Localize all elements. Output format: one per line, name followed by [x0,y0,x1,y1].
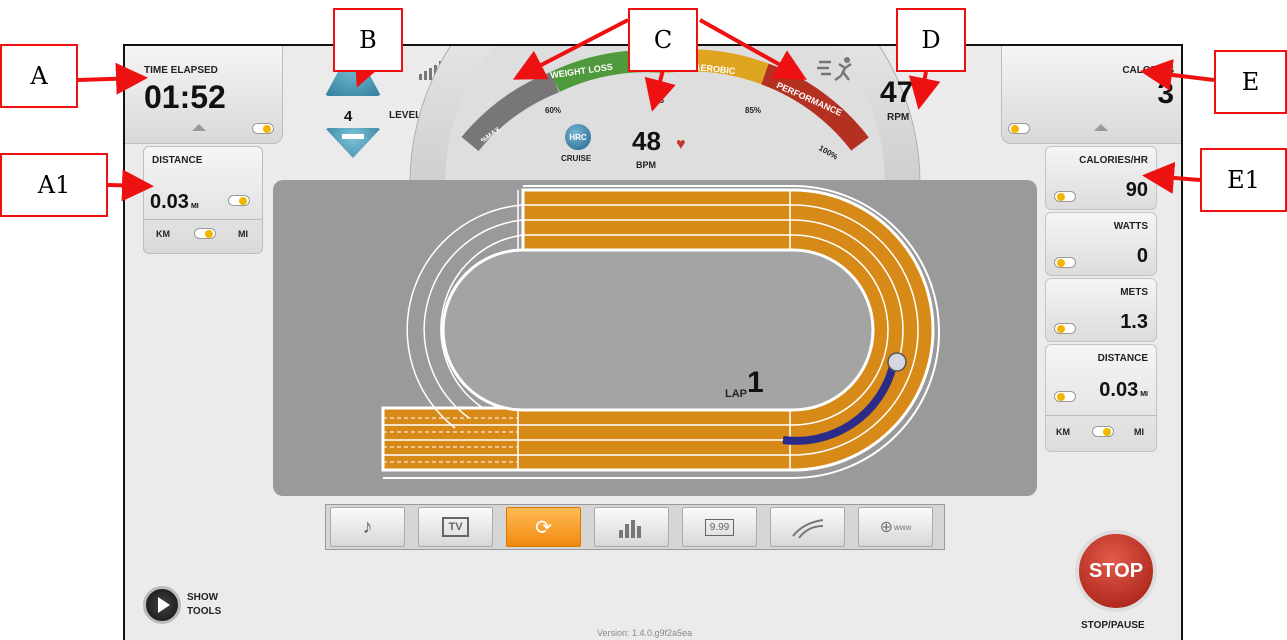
annotation-arrows [77,18,1215,202]
callout-e: E [1214,50,1287,114]
callout-b: B [333,8,403,72]
callout-a: A [0,44,78,108]
callout-e1: E1 [1200,148,1287,212]
callout-d: D [896,8,966,72]
callout-a1: A1 [0,153,108,217]
callout-c: C [628,8,698,72]
